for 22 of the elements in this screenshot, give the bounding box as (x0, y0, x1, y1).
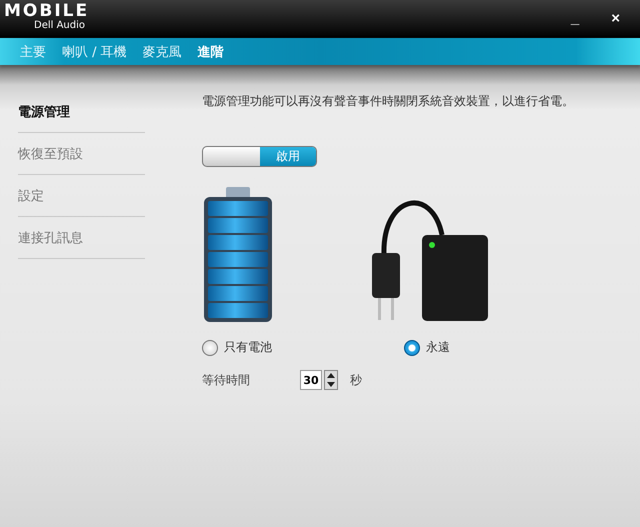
wait-time-field[interactable]: 30 (300, 370, 322, 390)
spinner-arrows-icon[interactable] (324, 370, 338, 390)
sidebar-item[interactable]: 恢復至預設 (18, 133, 145, 175)
tab[interactable]: 主要 (14, 40, 52, 62)
enable-toggle[interactable]: 啟用 (202, 146, 317, 167)
sidebar-item[interactable]: 設定 (18, 175, 145, 217)
tab[interactable]: 進階 (192, 40, 230, 62)
radio-label: 永遠 (426, 339, 450, 356)
app-subtitle: Dell Audio (34, 20, 86, 32)
description-text: 電源管理功能可以再沒有聲音事件時關閉系統音效裝置，以進行省電。 (202, 93, 575, 110)
minimize-button[interactable]: _ (564, 8, 586, 29)
close-button[interactable]: × (605, 8, 626, 29)
tab[interactable]: 喇叭 / 耳機 (56, 40, 133, 62)
tab[interactable]: 麥克風 (136, 40, 188, 62)
sidebar-item[interactable]: 連接孔訊息 (18, 217, 145, 259)
radio-label: 只有電池 (224, 339, 272, 356)
wait-time-label: 等待時間 (202, 372, 251, 388)
radio-button[interactable] (202, 340, 218, 356)
sidebar-item[interactable]: 電源管理 (18, 91, 145, 133)
app-logo: MOBILE (4, 2, 90, 20)
seconds-unit: 秒 (350, 372, 362, 388)
radio-button[interactable] (404, 340, 420, 356)
